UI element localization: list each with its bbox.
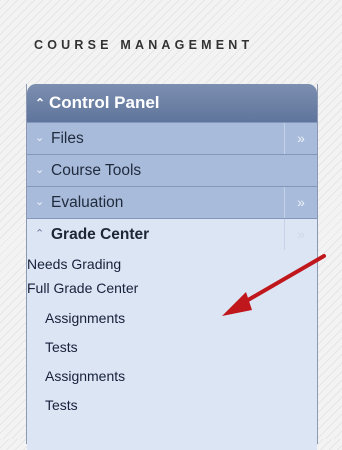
annotation-arrow-icon	[222, 254, 326, 316]
